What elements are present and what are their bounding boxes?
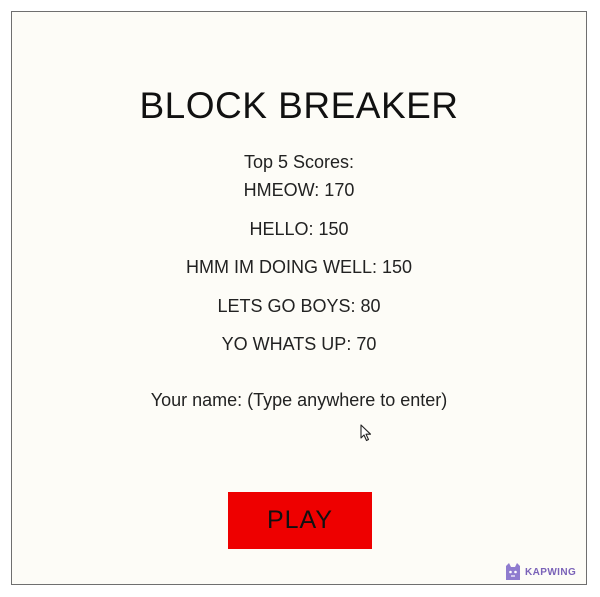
watermark-text: KAPWING bbox=[525, 566, 577, 578]
play-button[interactable]: PLAY bbox=[228, 492, 372, 549]
score-entry: YO WHATS UP: 70 bbox=[221, 334, 377, 354]
kapwing-watermark: KAPWING bbox=[504, 561, 576, 583]
game-title: BLOCK BREAKER bbox=[139, 85, 459, 126]
score-entry: HMM IM DOING WELL: 150 bbox=[185, 257, 413, 277]
kapwing-logo bbox=[506, 563, 520, 580]
top-scores-heading: Top 5 Scores: bbox=[243, 152, 355, 172]
top-scores-list: HMEOW: 170 HELLO: 150 HMM IM DOING WELL:… bbox=[12, 180, 586, 373]
score-entry: HMEOW: 170 bbox=[243, 180, 355, 200]
score-entry: HELLO: 150 bbox=[249, 218, 349, 239]
game-canvas[interactable]: BLOCK BREAKER Top 5 Scores: HMEOW: 170 H… bbox=[11, 11, 587, 585]
score-entry: LETS GO BOYS: 80 bbox=[217, 295, 381, 316]
mouse-pointer-icon bbox=[360, 424, 372, 442]
name-entry-prompt[interactable]: Your name: (Type anywhere to enter) bbox=[12, 390, 586, 411]
